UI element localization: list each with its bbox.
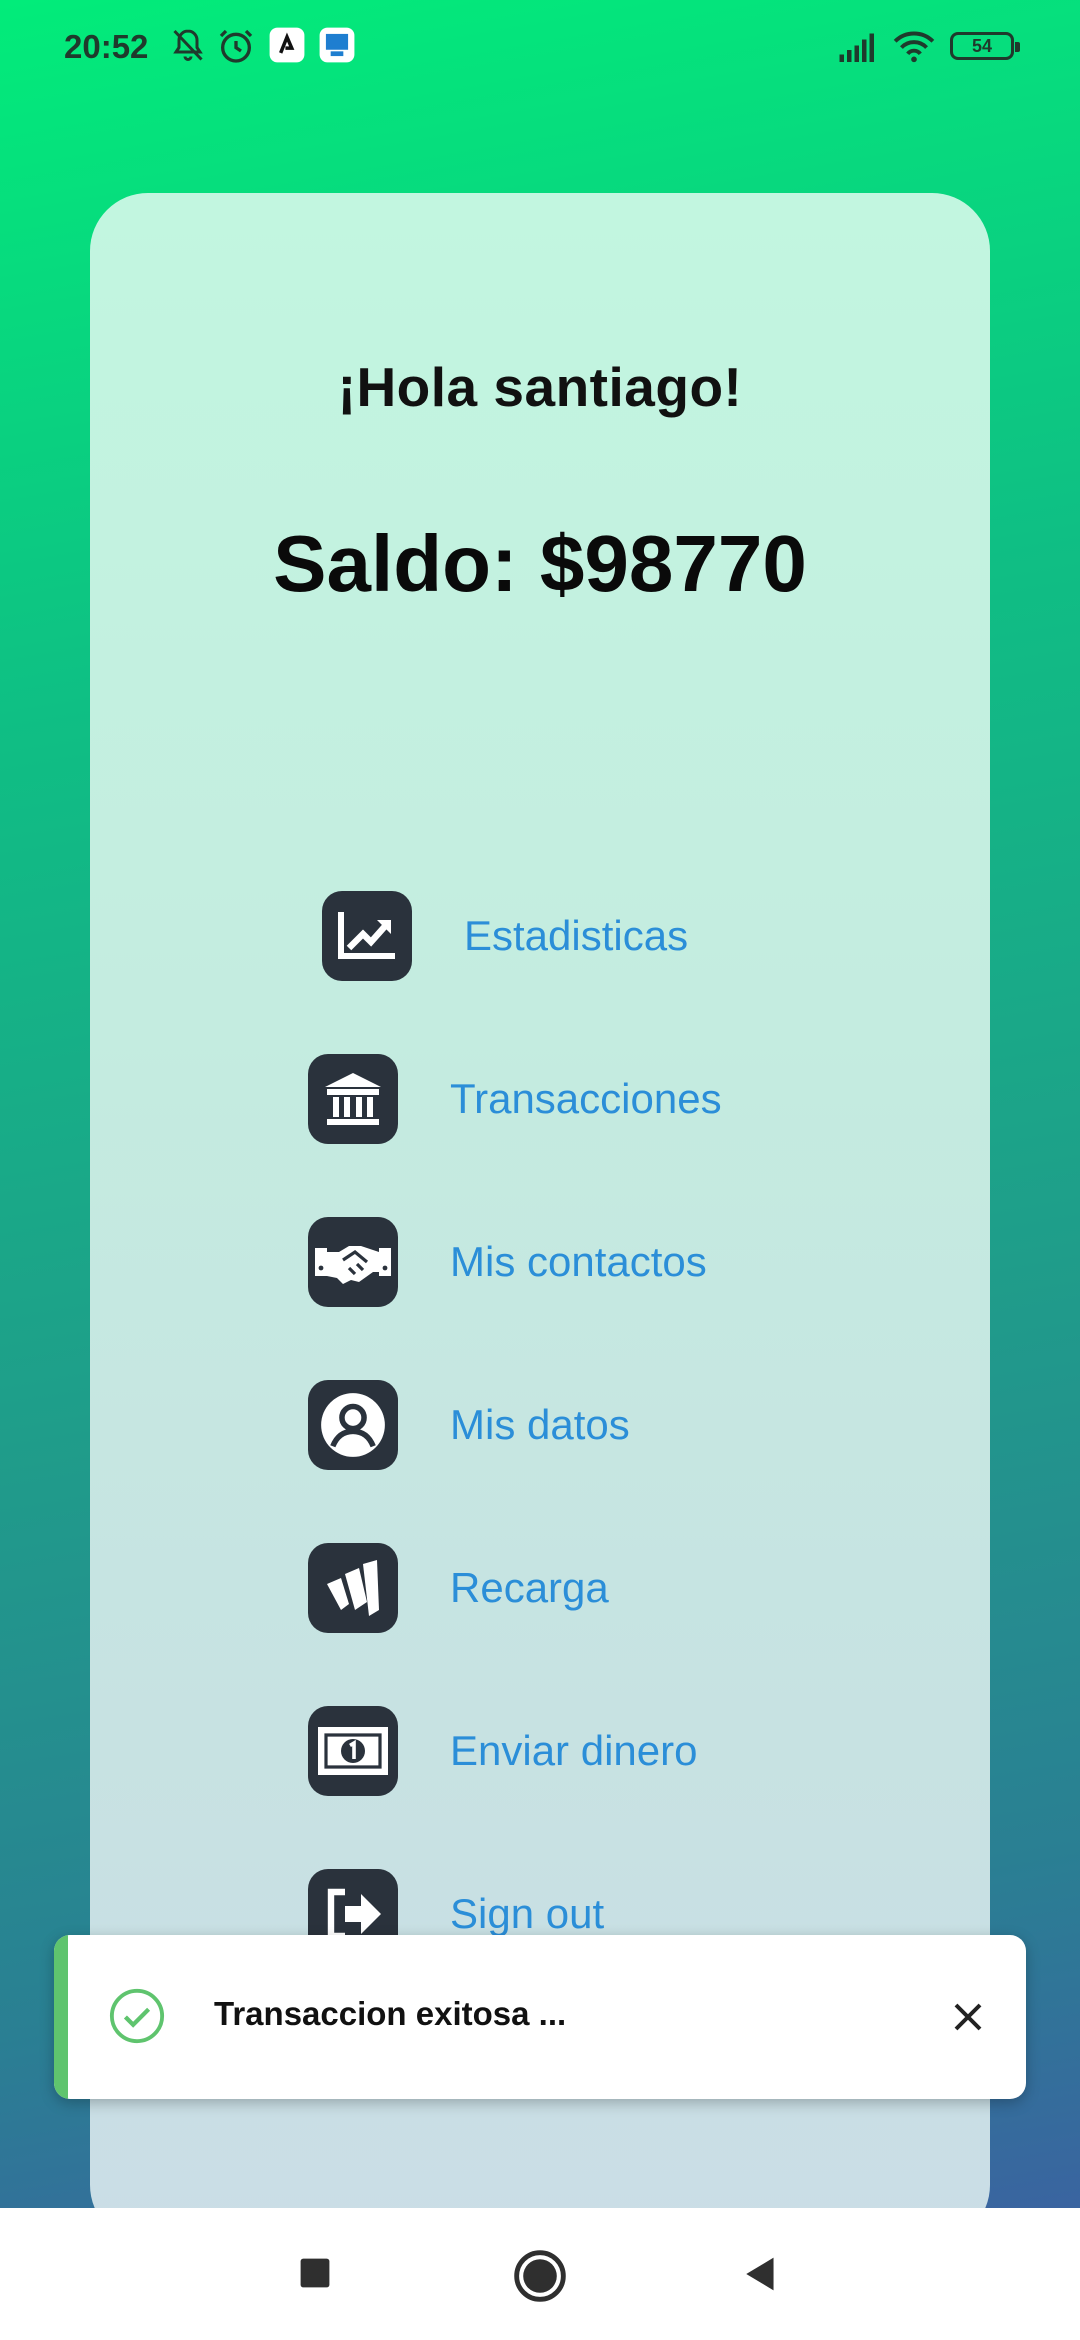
battery-icon: 54 bbox=[950, 32, 1020, 60]
handshake-icon bbox=[308, 1217, 398, 1307]
user-circle-icon bbox=[308, 1380, 398, 1470]
bank-icon bbox=[308, 1054, 398, 1144]
signal-icon bbox=[839, 33, 874, 62]
app-screen: 20:52 54 ¡Hola santiago! Saldo: $98770 E… bbox=[0, 0, 1080, 2208]
menu-label-sign-out: Sign out bbox=[450, 1890, 605, 1937]
toast-message: Transaccion exitosa ... bbox=[214, 1995, 567, 2032]
close-icon[interactable] bbox=[948, 1997, 988, 2037]
menu-item-mis-datos[interactable]: Mis datos bbox=[308, 1380, 630, 1470]
app-notification-icon-2 bbox=[319, 27, 355, 63]
back-button[interactable] bbox=[740, 2254, 778, 2294]
greeting-title: ¡Hola santiago! bbox=[337, 356, 743, 418]
toast-accent-bar bbox=[54, 1935, 68, 2099]
menu-item-transacciones[interactable]: Transacciones bbox=[308, 1054, 722, 1144]
status-time: 20:52 bbox=[64, 28, 149, 65]
menu-label-estadisticas: Estadisticas bbox=[464, 912, 689, 959]
system-nav-bar bbox=[0, 2208, 1080, 2340]
balance-text: Saldo: $98770 bbox=[273, 519, 807, 608]
bell-off-icon bbox=[173, 29, 203, 61]
menu-item-estadisticas[interactable]: Estadisticas bbox=[322, 891, 688, 981]
home-button[interactable] bbox=[512, 2248, 568, 2304]
success-toast: Transaccion exitosa ... bbox=[54, 1935, 1026, 2099]
money-bill-icon bbox=[308, 1706, 398, 1796]
menu-label-transacciones: Transacciones bbox=[450, 1075, 722, 1122]
menu-item-recarga[interactable]: Recarga bbox=[308, 1543, 609, 1633]
app-notification-icon bbox=[269, 27, 305, 63]
alarm-icon bbox=[219, 29, 253, 63]
menu-label-mis-contactos: Mis contactos bbox=[450, 1238, 707, 1285]
menu-label-enviar-dinero: Enviar dinero bbox=[450, 1727, 698, 1774]
menu-label-mis-datos: Mis datos bbox=[450, 1401, 630, 1448]
menu-label-recarga: Recarga bbox=[450, 1564, 609, 1611]
status-bar: 20:52 54 bbox=[0, 0, 1080, 96]
wifi-icon bbox=[893, 31, 935, 63]
check-circle-icon bbox=[109, 1988, 165, 2044]
menu-item-enviar-dinero[interactable]: Enviar dinero bbox=[308, 1706, 697, 1796]
recents-button[interactable] bbox=[297, 2255, 333, 2291]
home-card: ¡Hola santiago! Saldo: $98770 Estadistic… bbox=[90, 193, 990, 2208]
battery-level: 54 bbox=[971, 36, 993, 56]
wallet-icon bbox=[308, 1543, 398, 1633]
menu-item-mis-contactos[interactable]: Mis contactos bbox=[308, 1217, 707, 1307]
chart-line-icon bbox=[322, 891, 412, 981]
